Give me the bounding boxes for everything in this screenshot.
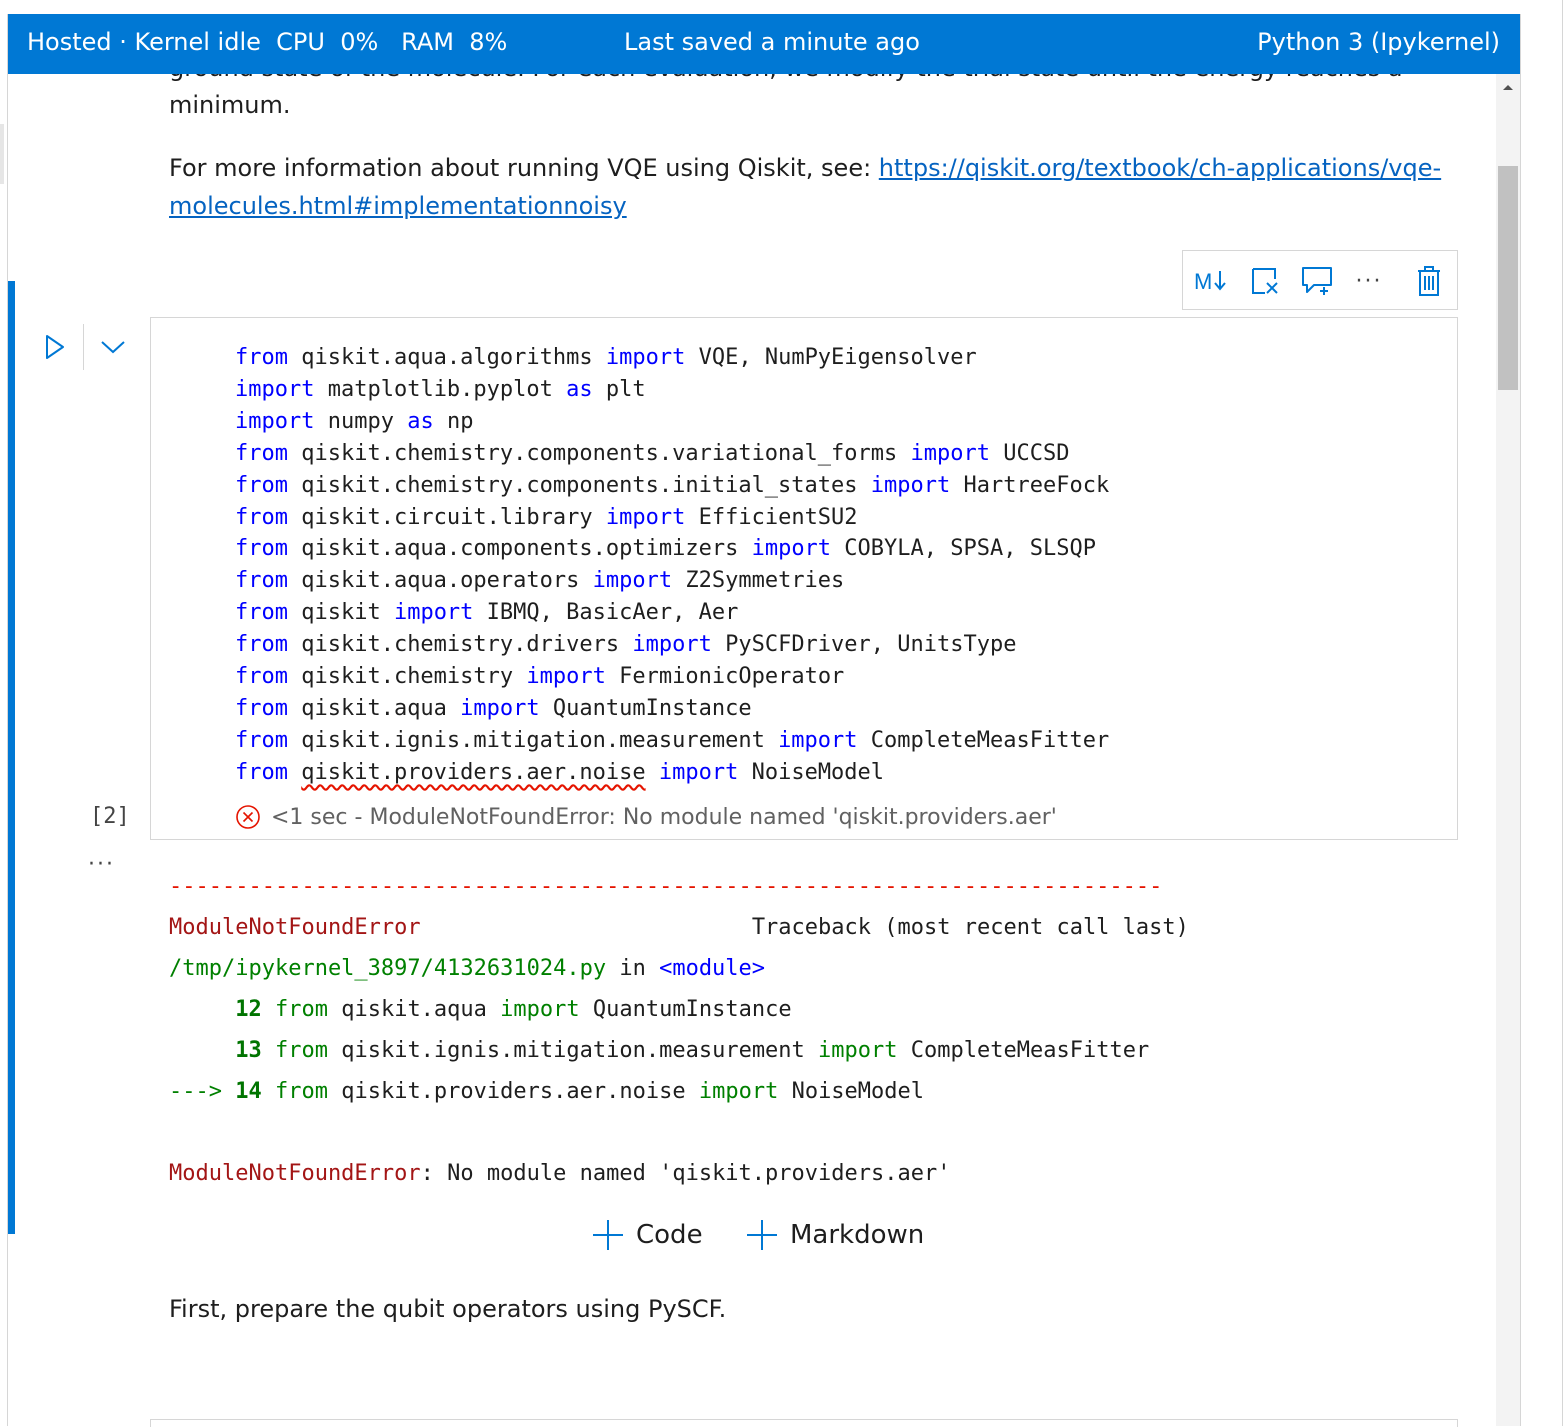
plus-icon — [593, 1220, 623, 1250]
outer-border-right — [1562, 0, 1563, 1426]
markdown-toggle-icon[interactable]: M — [1193, 263, 1229, 299]
code-line: from qiskit.chemistry.components.variati… — [235, 440, 1070, 466]
status-error-message: ModuleNotFoundError: No module named 'qi… — [369, 804, 1057, 830]
traceback-line: 12 from qiskit.aqua import QuantumInstan… — [235, 997, 792, 1022]
execution-count: [2] — [90, 804, 130, 829]
scroll-up-arrow-icon[interactable] — [1500, 80, 1516, 94]
frame-border-right — [1520, 14, 1521, 1426]
more-actions-icon[interactable]: ··· — [1351, 263, 1387, 299]
code-line: from qiskit.chemistry.drivers import PyS… — [235, 632, 1017, 658]
code-line: import matplotlib.pyplot as plt — [235, 376, 646, 402]
code-line: import numpy as np — [235, 408, 474, 434]
traceback-header: ModuleNotFoundError Traceback (most rece… — [169, 915, 1189, 940]
code-line-error: from qiskit.providers.aer.noise import N… — [235, 759, 885, 785]
run-separator — [83, 324, 84, 370]
scrollbar-thumb[interactable] — [1498, 166, 1518, 390]
chevron-down-icon[interactable] — [96, 330, 130, 364]
run-cell-button[interactable] — [38, 330, 72, 364]
left-panel-edge — [0, 124, 4, 184]
kernel-selector[interactable]: Python 3 (Ipykernel) — [1257, 28, 1500, 56]
markdown-pyscf-text: First, prepare the qubit operators using… — [169, 1295, 727, 1323]
cell-output: ----------------------------------------… — [169, 866, 1189, 1194]
final-error-line: ModuleNotFoundError: No module named 'qi… — [169, 1161, 951, 1186]
traceback-line: 13 from qiskit.ignis.mitigation.measurem… — [235, 1038, 1150, 1063]
svg-text:M: M — [1194, 269, 1212, 294]
traceback-lines: 12 from qiskit.aqua import QuantumInstan… — [169, 989, 1189, 1112]
output-more-icon[interactable]: ··· — [88, 852, 115, 877]
traceback-line: ---> 14 from qiskit.providers.aer.noise … — [169, 1079, 925, 1104]
add-comment-icon[interactable] — [1299, 263, 1335, 299]
notebook-status-bar: Hosted · Kernel idle CPU 0% RAM 8% Last … — [8, 14, 1520, 74]
error-circle-icon — [236, 805, 260, 829]
active-cell-indicator — [8, 281, 15, 1234]
code-line: from qiskit import IBMQ, BasicAer, Aer — [235, 600, 739, 626]
cell-toolbar: M ··· — [1182, 250, 1458, 310]
code-line: from qiskit.chemistry.components.initial… — [235, 472, 1110, 498]
unresolved-import[interactable]: qiskit.providers.aer.noise — [301, 760, 645, 785]
cell-execution-status: <1 sec - ModuleNotFoundError: No module … — [235, 804, 1057, 830]
code-line: from qiskit.aqua.operators import Z2Symm… — [235, 568, 845, 594]
plus-icon — [747, 1220, 777, 1250]
traceback-divider: ----------------------------------------… — [169, 874, 1163, 899]
code-line: from qiskit.aqua.components.optimizers i… — [235, 536, 1096, 562]
code-line: from qiskit.aqua.algorithms import VQE, … — [235, 345, 977, 370]
add-markdown-cell-button[interactable]: Markdown — [746, 1212, 924, 1258]
markdown-info-paragraph: For more information about running VQE u… — [169, 149, 1469, 225]
code-cell-editor[interactable]: from qiskit.aqua.algorithms import VQE, … — [150, 317, 1458, 840]
code-line: from qiskit.ignis.mitigation.measurement… — [235, 727, 1110, 753]
traceback-label: Traceback (most recent call last) — [751, 915, 1189, 940]
code-line: from qiskit.chemistry import FermionicOp… — [235, 664, 845, 690]
clear-output-icon[interactable] — [1247, 263, 1283, 299]
add-code-cell-button[interactable]: Code — [592, 1212, 703, 1258]
markdown-line-end: minimum. — [169, 91, 291, 119]
info-prefix: For more information about running VQE u… — [169, 154, 879, 182]
code-block[interactable]: from qiskit.aqua.algorithms import VQE, … — [235, 342, 1109, 789]
traceback-location: /tmp/ipykernel_3897/4132631024.py in <mo… — [169, 956, 766, 981]
status-separator: - — [347, 804, 370, 830]
code-line: from qiskit.circuit.library import Effic… — [235, 504, 858, 530]
save-status: Last saved a minute ago — [624, 28, 920, 56]
kernel-status: Hosted · Kernel idle CPU 0% RAM 8% — [27, 28, 508, 56]
status-time: <1 sec — [271, 804, 348, 830]
code-line: from qiskit.aqua import QuantumInstance — [235, 695, 752, 721]
trash-icon[interactable] — [1411, 263, 1447, 299]
